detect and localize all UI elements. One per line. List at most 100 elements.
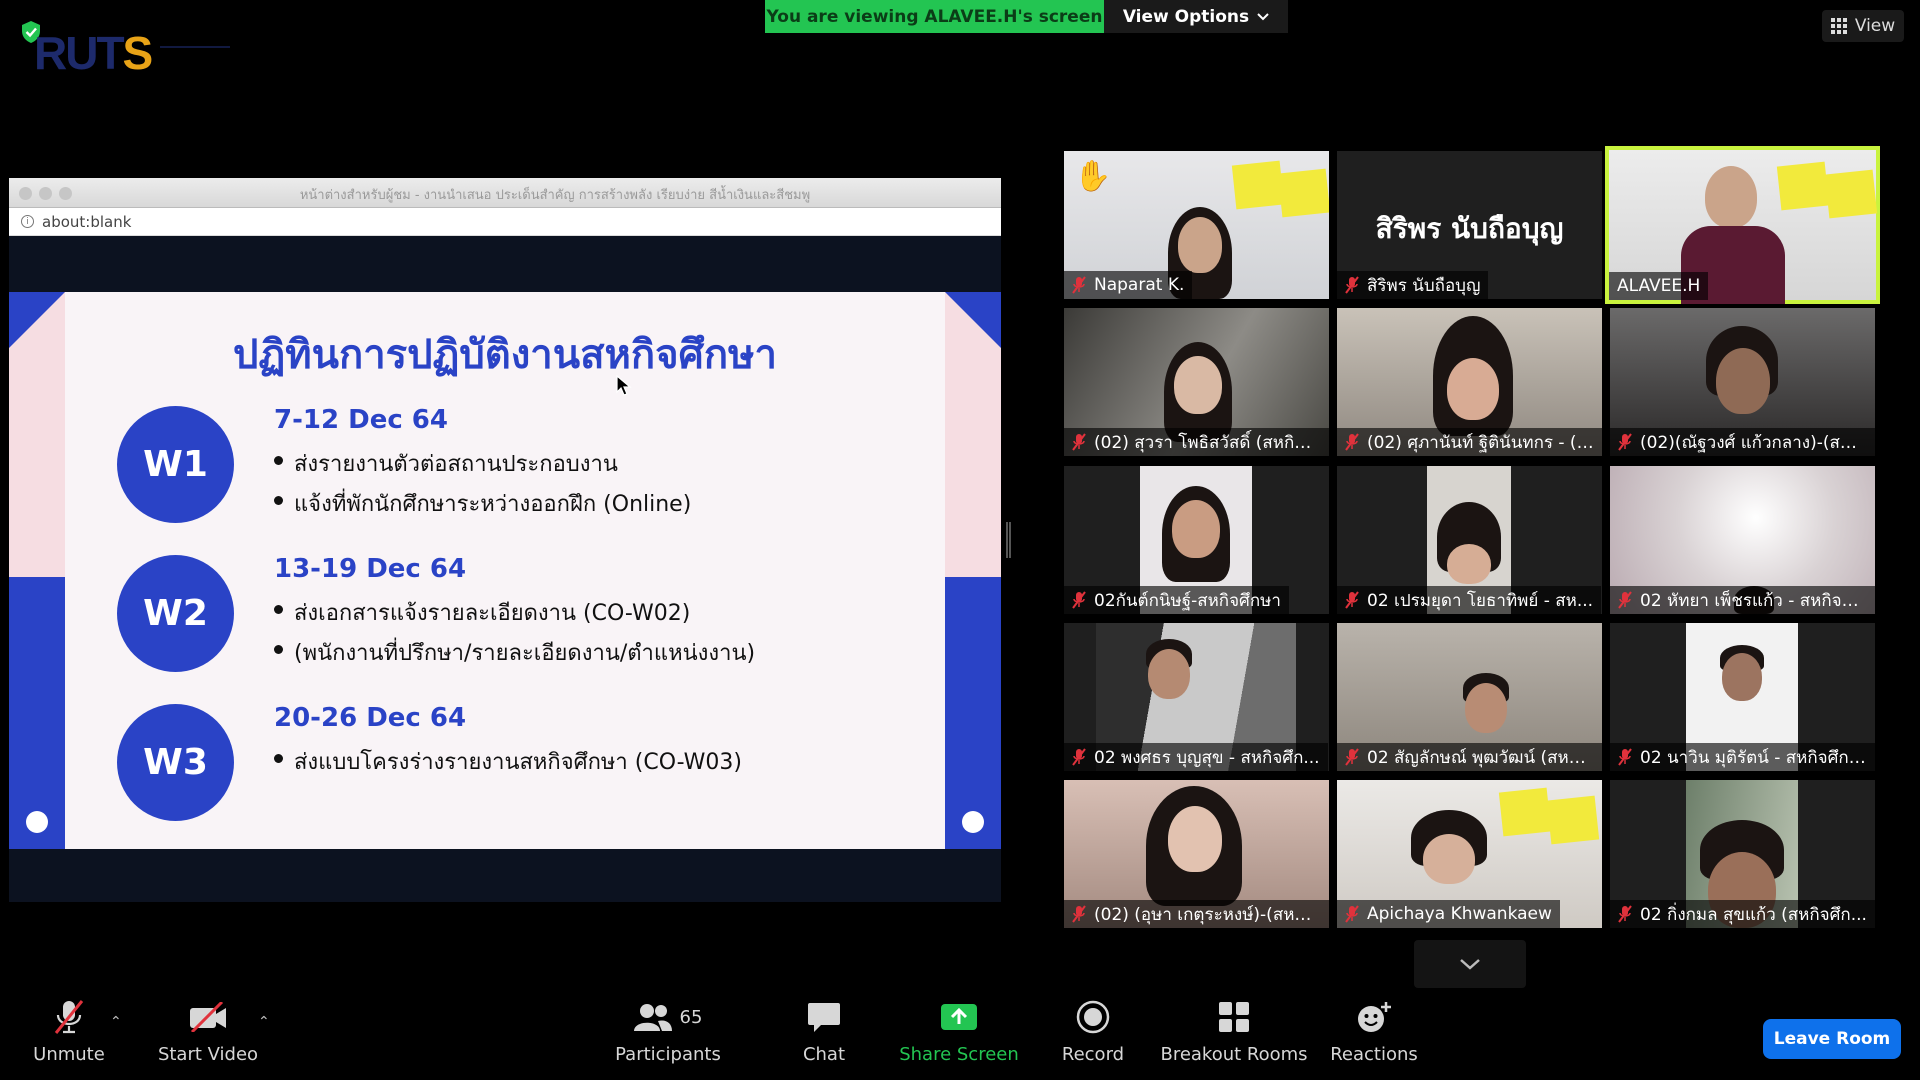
mic-muted-icon: [1618, 591, 1632, 609]
participant-nametag: ALAVEE.H: [1609, 272, 1709, 300]
participant-nametag: 02 สัญลักษณ์ พุฒวัฒน์ (สหกิ...: [1337, 743, 1602, 771]
mic-muted-icon: [1345, 433, 1359, 451]
presentation-slide: ปฏิทินการปฏิบัติงานสหกิจศึกษา W1 7-12 De…: [9, 292, 1001, 849]
participant-tile[interactable]: (02) (อุษา เกตุระหงษ์)-(สหกิจ...: [1064, 780, 1329, 928]
slide-title: ปฏิทินการปฏิบัติงานสหกิจศึกษา: [233, 332, 777, 378]
participant-tile-active-speaker[interactable]: ALAVEE.H: [1605, 146, 1880, 304]
raised-hand-icon: ✋: [1074, 159, 1112, 194]
video-off-icon: [190, 1002, 226, 1032]
participant-tile[interactable]: 02 หัทยา เพ็ชรแก้ว - สหกิจศึ...: [1610, 466, 1875, 614]
record-icon: [1076, 1000, 1110, 1034]
view-options-label: View Options: [1122, 6, 1250, 27]
browser-address-bar: i about:blank: [9, 208, 1001, 236]
participant-nametag: สิริพร นับถือบุญ: [1337, 271, 1489, 299]
participant-tile[interactable]: 02 นาวิน มุติรัตน์ - สหกิจศึกษา: [1610, 623, 1875, 771]
week-item: แจ้งที่พักนักศึกษาระหว่างออกฝึก (Online): [273, 486, 691, 521]
mic-muted-icon: [1345, 276, 1359, 294]
participant-tile[interactable]: (02)(ณัฐวงศ์ แก้วกลาง)-(สหกิ...: [1610, 308, 1875, 456]
participants-button[interactable]: 65 Participants: [612, 992, 724, 1080]
slide-dot-left: [26, 811, 48, 833]
week-item: ส่งเอกสารแจ้งรายละเอียดงาน (CO-W02): [273, 595, 690, 630]
week-circle-w2: W2: [117, 555, 234, 672]
chat-button[interactable]: Chat: [794, 992, 854, 1080]
window-minimize-dot: [39, 187, 52, 200]
mic-muted-icon: [1072, 276, 1086, 294]
mic-muted-icon: [1618, 433, 1632, 451]
record-button[interactable]: Record: [1060, 992, 1126, 1080]
week-dates-w3: 20-26 Dec 64: [274, 703, 467, 733]
participant-nametag: 02กันต์กนิษฐ์-สหกิจศึกษา: [1064, 586, 1289, 614]
info-icon: i: [21, 215, 34, 228]
week-dates-w1: 7-12 Dec 64: [274, 405, 448, 435]
participant-tile[interactable]: 02 เปรมยุดา โยธาทิพย์ - สห...: [1337, 466, 1602, 614]
participant-name-placeholder: สิริพร นับถือบุญ: [1375, 212, 1564, 245]
participant-tile[interactable]: (02) สุวรา โพธิสวัสดิ์ (สหกิจศึ...: [1064, 308, 1329, 456]
window-zoom-dot: [59, 187, 72, 200]
participant-nametag: 02 นาวิน มุติรัตน์ - สหกิจศึกษา: [1610, 743, 1875, 771]
participant-tile[interactable]: 02กันต์กนิษฐ์-สหกิจศึกษา: [1064, 466, 1329, 614]
participant-nametag: 02 พงศธร บุญสุข - สหกิจศึก...: [1064, 743, 1328, 771]
mic-muted-icon: [1072, 905, 1086, 923]
share-screen-icon: [941, 1004, 977, 1030]
participant-tile[interactable]: 02 สัญลักษณ์ พุฒวัฒน์ (สหกิ...: [1337, 623, 1602, 771]
viewing-banner: You are viewing ALAVEE.H's screen: [765, 0, 1104, 33]
view-button[interactable]: View: [1822, 10, 1904, 42]
view-label: View: [1854, 16, 1896, 36]
participant-nametag: (02) สุวรา โพธิสวัสดิ์ (สหกิจศึ...: [1064, 428, 1329, 456]
participant-nametag: Apichaya Khwankaew: [1337, 900, 1560, 928]
participant-nametag: 02 กิ่งกมล สุขแก้ว (สหกิจศึก...: [1610, 900, 1875, 928]
mouse-cursor-icon: [616, 375, 632, 396]
participant-nametag: (02) (อุษา เกตุระหงษ์)-(สหกิจ...: [1064, 900, 1329, 928]
video-options-caret[interactable]: ⌃: [258, 1014, 270, 1030]
chevron-down-icon: [1460, 959, 1480, 970]
participant-nametag: (02) ศุภานันท์ ฐิตินันทกร - (ส...: [1337, 428, 1602, 456]
window-close-dot: [19, 187, 32, 200]
participant-tile[interactable]: สิริพร นับถือบุญ สิริพร นับถือบุญ: [1337, 151, 1602, 299]
participant-tile[interactable]: Apichaya Khwankaew: [1337, 780, 1602, 928]
participant-nametag: (02)(ณัฐวงศ์ แก้วกลาง)-(สหกิ...: [1610, 428, 1875, 456]
participant-nametag: Naparat K.: [1064, 271, 1193, 299]
mic-muted-icon: [1072, 748, 1086, 766]
mic-muted-icon: [1345, 748, 1359, 766]
browser-title-bar: หน้าต่างสำหรับผู้ชม - งานนำเสนอ ประเด็นส…: [9, 178, 1001, 208]
participant-count: 65: [679, 1006, 703, 1028]
mic-muted-icon: [1345, 905, 1359, 923]
participant-tile[interactable]: 02 กิ่งกมล สุขแก้ว (สหกิจศึก...: [1610, 780, 1875, 928]
week-dates-w2: 13-19 Dec 64: [274, 554, 467, 584]
split-view-resize-handle[interactable]: [1006, 522, 1011, 558]
mic-muted-icon: [1345, 591, 1359, 609]
gallery-next-page-button[interactable]: [1414, 940, 1526, 988]
week-circle-w3: W3: [117, 704, 234, 821]
mic-muted-icon: [1072, 433, 1086, 451]
rut-logo: RUTS: [14, 18, 234, 79]
mic-muted-icon: [1618, 748, 1632, 766]
logo-wordmark: RUTS: [34, 27, 153, 79]
grid-icon: [1830, 18, 1847, 34]
chat-icon: [808, 1003, 840, 1032]
audio-options-caret[interactable]: ⌃: [110, 1014, 122, 1030]
mic-muted-icon: [54, 1000, 84, 1034]
participant-tile[interactable]: ✋ Naparat K.: [1064, 151, 1329, 299]
reactions-button[interactable]: Reactions: [1330, 992, 1418, 1080]
participant-tile[interactable]: (02) ศุภานันท์ ฐิตินันทกร - (ส...: [1337, 308, 1602, 456]
view-options-button[interactable]: View Options: [1104, 0, 1288, 33]
mic-muted-icon: [1618, 905, 1632, 923]
week-item: (พนักงานที่ปรึกษา/รายละเอียดงาน/ตำแหน่งง…: [273, 635, 755, 670]
unmute-button[interactable]: Unmute: [26, 992, 112, 1080]
week-item: ส่งแบบโครงร่างรายงานสหกิจศึกษา (CO-W03): [273, 744, 742, 779]
participant-tile[interactable]: 02 พงศธร บุญสุข - สหกิจศึก...: [1064, 623, 1329, 771]
mic-muted-icon: [1072, 591, 1086, 609]
start-video-button[interactable]: Start Video: [154, 992, 262, 1080]
participant-nametag: 02 เปรมยุดา โยธาทิพย์ - สห...: [1337, 586, 1602, 614]
week-item: ส่งรายงานตัวต่อสถานประกอบงาน: [274, 446, 618, 481]
participants-icon: [633, 1004, 672, 1031]
breakout-rooms-button[interactable]: Breakout Rooms: [1160, 992, 1308, 1080]
participant-nametag: 02 หัทยา เพ็ชรแก้ว - สหกิจศึ...: [1610, 586, 1875, 614]
share-screen-button[interactable]: Share Screen: [899, 992, 1019, 1080]
breakout-rooms-icon: [1219, 1002, 1249, 1032]
browser-window-title: หน้าต่างสำหรับผู้ชม - งานนำเสนอ ประเด็นส…: [299, 188, 811, 203]
meeting-toolbar: Unmute ⌃ Start Video ⌃ 65 Participants C…: [0, 992, 1920, 1080]
leave-room-button[interactable]: Leave Room: [1763, 1019, 1901, 1059]
address-text: about:blank: [42, 212, 132, 231]
reactions-icon: [1358, 1002, 1391, 1032]
